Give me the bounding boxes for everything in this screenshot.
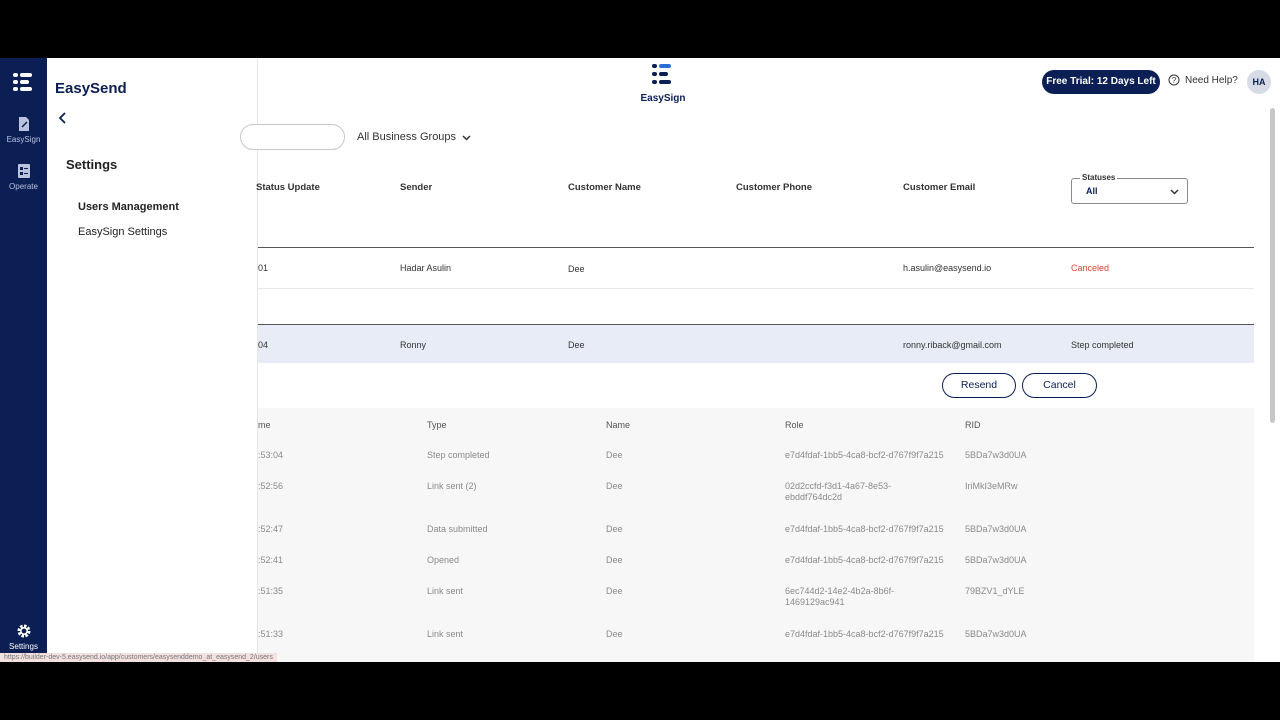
history-row-role: e7d4fdaf-1bb5-4ca8-bcf2-d767f9f7a215	[785, 524, 944, 534]
settings-title: Settings	[66, 157, 118, 172]
chevron-left-icon[interactable]	[56, 111, 70, 125]
history-row-rid: IriMkI3eMRw	[965, 481, 1018, 491]
history-row-time: :51:33	[258, 629, 284, 639]
table-divider	[258, 247, 1254, 248]
history-row-type: Data submitted	[427, 524, 488, 534]
history-row-role: e7d4fdaf-1bb5-4ca8-bcf2-d767f9f7a215	[785, 555, 944, 565]
statuses-label: Statuses	[1080, 173, 1118, 182]
row2-status-update: 04	[258, 340, 269, 350]
gear-icon	[17, 624, 30, 638]
header-status-update[interactable]: Status Update	[256, 182, 320, 193]
statuses-select[interactable]: Statuses All	[1071, 173, 1188, 204]
row1-customer-email: h.asulin@easysend.io	[903, 263, 992, 273]
cancel-button[interactable]: Cancel	[1022, 373, 1097, 398]
history-row-rid: 79BZV1_dYLE	[965, 586, 1025, 596]
history-table	[258, 408, 1254, 662]
vertical-scrollbar[interactable]	[1270, 108, 1275, 423]
rail-settings-label: Settings	[9, 642, 38, 651]
easysign-logo-text: EasySign	[640, 93, 686, 104]
history-header-name: Name	[606, 420, 631, 430]
help-icon: ?	[1168, 74, 1180, 86]
history-row-name: Dee	[606, 450, 623, 460]
history-row-rid: 5BDa7w3d0UA	[965, 555, 1027, 565]
history-row-time: :52:41	[258, 555, 284, 565]
history-row-time: :51:35	[258, 586, 284, 596]
free-trial-button[interactable]: Free Trial: 12 Days Left	[1042, 70, 1160, 94]
settings-panel: EasySend Settings Users Management EasyS…	[47, 58, 258, 662]
easysign-logo[interactable]: EasySign	[635, 62, 691, 104]
rail-easysign-label: EasySign	[6, 135, 41, 144]
rail-settings-button[interactable]: Settings	[0, 623, 47, 651]
document-sign-icon	[18, 117, 29, 131]
status-bar-url: https://builder-dev-5.easysend.io/app/cu…	[0, 653, 277, 662]
need-help-label: Need Help?	[1185, 74, 1238, 86]
history-header-type: Type	[427, 420, 447, 430]
history-row-name: Dee	[606, 586, 623, 596]
history-row-rid: 5BDa7w3d0UA	[965, 450, 1027, 460]
rail-operate-label: Operate	[9, 182, 38, 191]
resend-button[interactable]: Resend	[942, 373, 1016, 398]
history-row-type: Link sent (2)	[427, 481, 477, 491]
row-divider	[258, 288, 1254, 289]
business-groups-dropdown[interactable]: All Business Groups	[357, 131, 471, 143]
rail-easysign-button[interactable]: EasySign	[0, 116, 47, 144]
app-screen: EasySign Operate Settings EasySend Setti…	[0, 58, 1280, 662]
easysign-logo-icon	[652, 64, 671, 84]
history-row-type: Opened	[427, 555, 460, 565]
history-row-time: :52:47	[258, 524, 284, 534]
row2-sender: Ronny	[400, 340, 427, 350]
history-row-name: Dee	[606, 555, 623, 565]
search-input[interactable]	[240, 124, 345, 150]
history-row-rid: 5BDa7w3d0UA	[965, 524, 1027, 534]
history-row-name: Dee	[606, 481, 623, 491]
history-row-type: Link sent	[427, 629, 464, 639]
need-help-link[interactable]: ? Need Help?	[1168, 74, 1238, 86]
header-sender[interactable]: Sender	[400, 182, 432, 193]
history-row-role: e7d4fdaf-1bb5-4ca8-bcf2-d767f9f7a215	[785, 629, 944, 639]
avatar[interactable]: HA	[1247, 70, 1271, 94]
history-row-time: :52:56	[258, 481, 284, 491]
brand-name: EasySend	[55, 80, 127, 97]
header-customer-email[interactable]: Customer Email	[903, 182, 975, 193]
history-header-time: me	[258, 420, 271, 430]
menu-item-easysign-settings[interactable]: EasySign Settings	[78, 226, 167, 238]
row1-customer-name: Dee	[568, 264, 585, 274]
row1-status: Canceled	[1071, 263, 1110, 273]
business-groups-label: All Business Groups	[357, 131, 457, 143]
history-row-rid: 5BDa7w3d0UA	[965, 629, 1027, 639]
history-row-type: Step completed	[427, 450, 490, 460]
chevron-down-icon	[462, 134, 471, 141]
row1-status-update: 01	[258, 263, 269, 273]
svg-text:?: ?	[1172, 76, 1177, 85]
row2-customer-name: Dee	[568, 340, 585, 350]
history-header-rid: RID	[965, 420, 981, 430]
rail-operate-button[interactable]: Operate	[0, 163, 47, 191]
operate-icon	[17, 164, 30, 178]
row1-sender: Hadar Asulin	[400, 263, 452, 273]
history-row-name: Dee	[606, 524, 623, 534]
header-customer-name[interactable]: Customer Name	[568, 182, 641, 193]
header-customer-phone[interactable]: Customer Phone	[736, 182, 812, 193]
easysend-logo-icon[interactable]	[11, 70, 35, 94]
history-row-role: e7d4fdaf-1bb5-4ca8-bcf2-d767f9f7a215	[785, 450, 944, 460]
history-row-time: :53:04	[258, 450, 284, 460]
history-row-role: 02d2ccfd-f3d1-4a67-8e53-ebddf764dc2d	[785, 481, 892, 502]
left-rail: EasySign Operate Settings	[0, 58, 47, 662]
history-row-role: 6ec744d2-14e2-4b2a-8b6f-1469129ac941	[785, 586, 895, 607]
row2-status: Step completed	[1071, 340, 1134, 350]
menu-item-users-management[interactable]: Users Management	[78, 201, 179, 213]
history-header-role: Role	[785, 420, 804, 430]
chevron-down-icon	[1170, 189, 1179, 195]
statuses-value: All	[1086, 186, 1098, 196]
history-row-name: Dee	[606, 629, 623, 639]
row2-customer-email: ronny.riback@gmail.com	[903, 340, 1002, 350]
history-row-type: Link sent	[427, 586, 464, 596]
